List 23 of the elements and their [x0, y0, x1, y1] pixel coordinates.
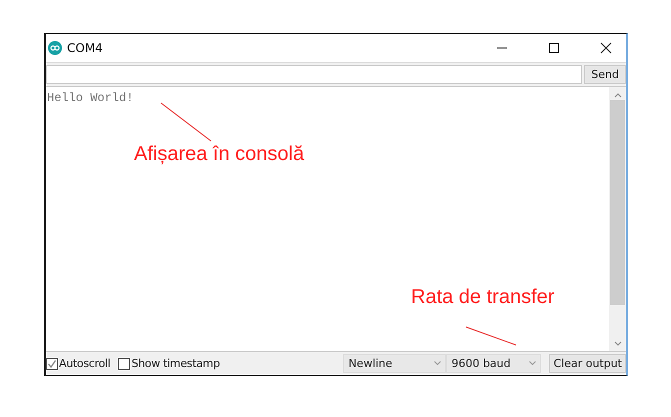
scrollbar[interactable] — [609, 87, 626, 351]
chevron-down-icon — [529, 361, 536, 366]
checkbox[interactable] — [46, 358, 58, 370]
chevron-down-icon — [434, 361, 442, 366]
scroll-down-icon[interactable] — [614, 341, 622, 347]
message-field[interactable] — [46, 65, 582, 84]
leader-line — [466, 326, 516, 346]
annotation-label: Rata de transfer — [411, 286, 554, 309]
checkbox-label: Autoscroll — [59, 357, 110, 370]
close-icon[interactable] — [600, 42, 612, 54]
checkbox-label: Show timestamp — [131, 357, 220, 370]
scroll-up-icon[interactable] — [614, 92, 622, 98]
window-title: COM4 — [67, 41, 104, 55]
app-logo-icon — [48, 41, 62, 55]
leader-line — [160, 102, 212, 142]
annotation-label: Afișarea în consolă — [134, 143, 304, 166]
send-button[interactable]: Send — [584, 65, 626, 84]
dropdown[interactable]: 9600 baud — [446, 354, 542, 373]
checkbox[interactable] — [118, 358, 130, 370]
console-output: Hello World! — [47, 91, 134, 105]
maximize-icon[interactable] — [548, 42, 560, 54]
clear-output-button[interactable]: Clear output — [549, 354, 626, 373]
dropdown[interactable]: Newline — [343, 354, 446, 373]
